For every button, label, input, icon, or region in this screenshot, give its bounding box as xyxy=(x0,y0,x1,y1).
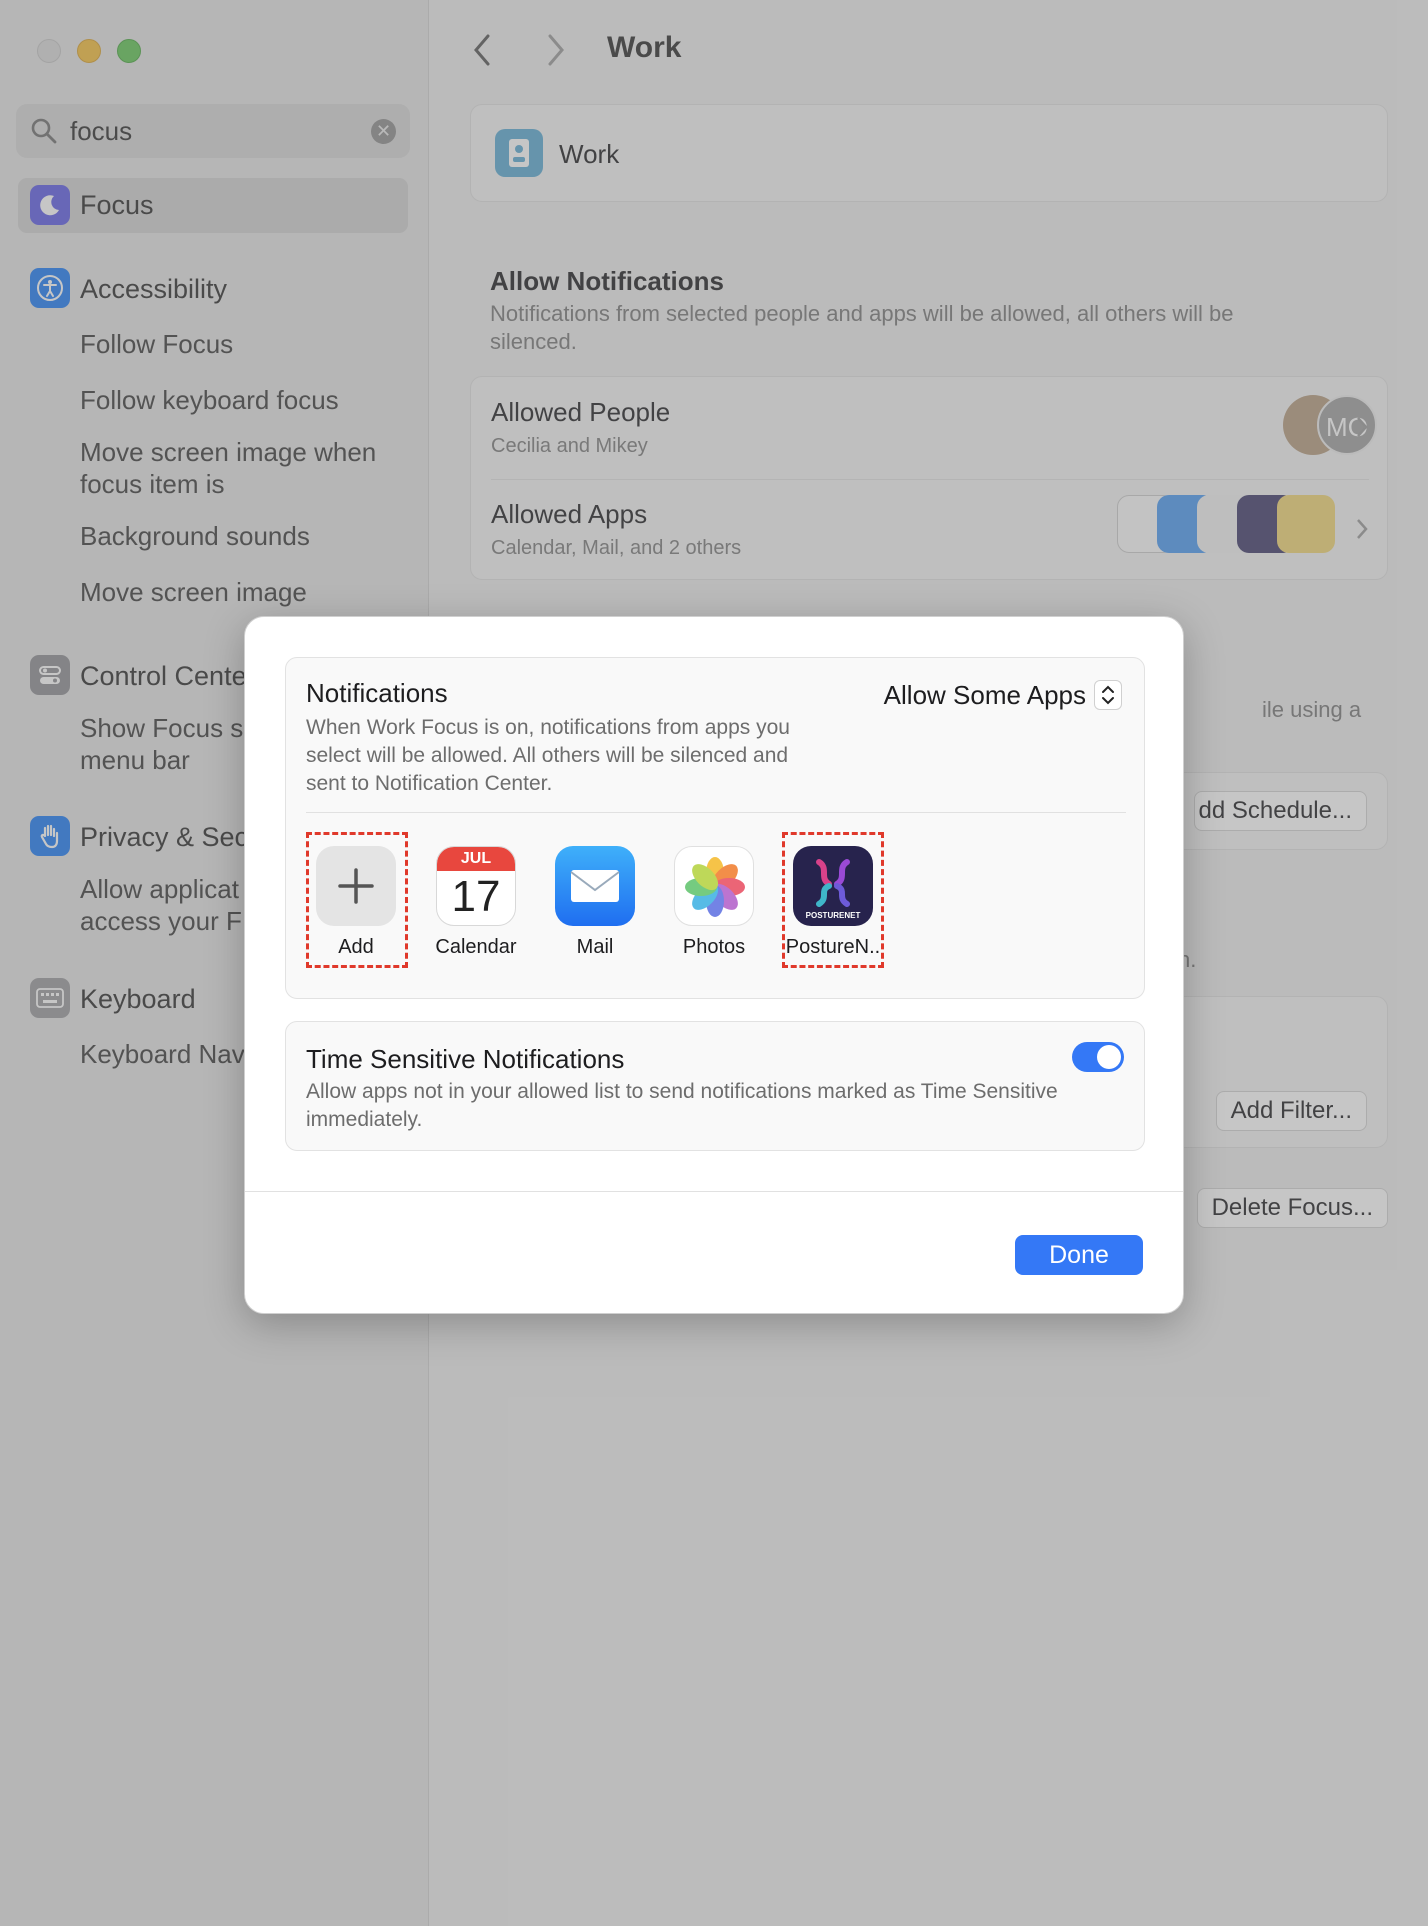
allow-mode-label: Allow Some Apps xyxy=(883,679,1086,710)
notifications-description: When Work Focus is on, notifications fro… xyxy=(306,716,790,795)
time-sensitive-card: Time Sensitive Notifications Allow apps … xyxy=(285,1021,1145,1151)
up-down-chevron-icon xyxy=(1094,680,1122,710)
notifications-title: Notifications xyxy=(306,678,448,708)
notifications-card: Notifications When Work Focus is on, not… xyxy=(285,657,1145,999)
divider xyxy=(306,812,1126,813)
highlight-box xyxy=(306,832,408,968)
app-label: Calendar xyxy=(435,936,517,958)
calendar-month: JUL xyxy=(437,847,515,871)
highlight-box xyxy=(782,832,884,968)
calendar-icon: JUL 17 xyxy=(436,846,516,926)
time-sensitive-toggle[interactable] xyxy=(1072,1042,1124,1072)
app-label: Mail xyxy=(576,936,614,958)
done-button[interactable]: Done xyxy=(1015,1235,1143,1275)
settings-window: ✕ Focus Accessibility Follow Focus Follo… xyxy=(0,0,1428,1926)
divider xyxy=(245,1191,1183,1192)
allow-mode-popup[interactable]: Allow Some Apps xyxy=(884,678,1122,712)
time-sensitive-description: Allow apps not in your allowed list to s… xyxy=(306,1080,1058,1131)
app-mail[interactable]: Mail xyxy=(545,846,645,959)
notifications-dialog: Notifications When Work Focus is on, not… xyxy=(244,616,1184,1314)
calendar-day: 17 xyxy=(451,872,501,921)
app-label: Photos xyxy=(682,936,746,958)
time-sensitive-title: Time Sensitive Notifications xyxy=(306,1044,625,1074)
app-photos[interactable]: Photos xyxy=(664,846,764,959)
app-calendar[interactable]: JUL 17 Calendar xyxy=(426,846,526,959)
photos-icon xyxy=(674,846,754,926)
toggle-knob xyxy=(1097,1045,1121,1069)
mail-icon xyxy=(555,846,635,926)
